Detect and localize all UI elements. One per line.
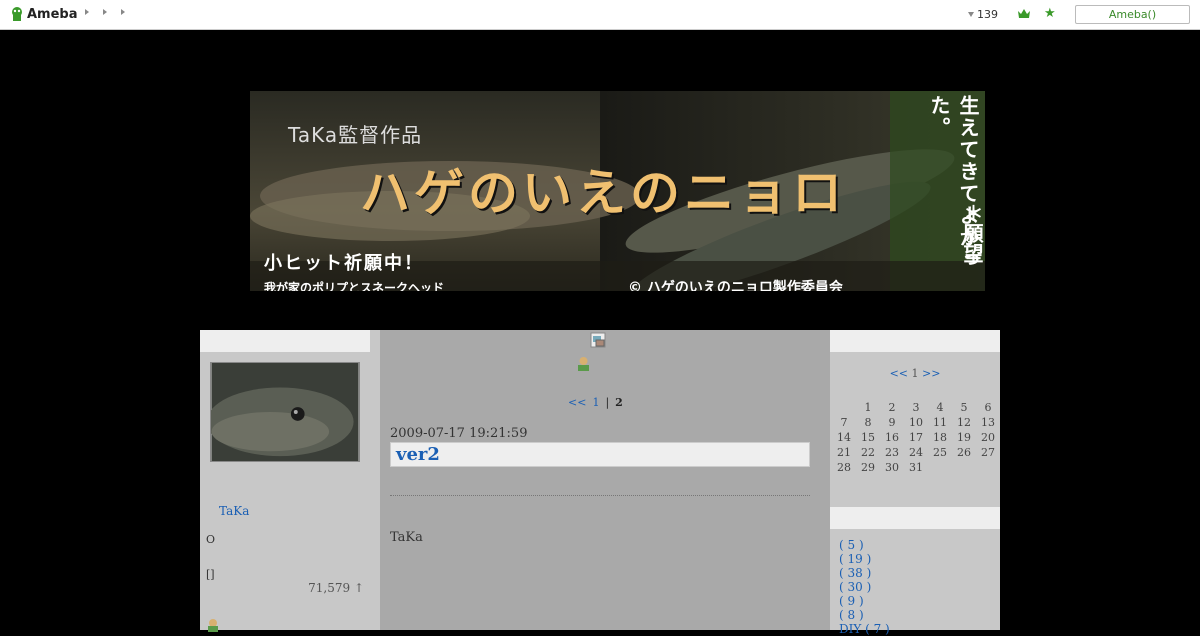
calendar-day[interactable]: 16 bbox=[880, 430, 904, 445]
calendar-day[interactable]: 21 bbox=[832, 445, 856, 460]
calendar-day[interactable]: 13 bbox=[976, 415, 1000, 430]
calendar-day[interactable]: 15 bbox=[856, 430, 880, 445]
calendar-day[interactable]: 25 bbox=[928, 445, 952, 460]
ameba-logo-icon bbox=[12, 7, 22, 21]
counter-value: 139 bbox=[977, 8, 998, 21]
category-item[interactable]: ( 19 ) bbox=[839, 552, 890, 566]
entry-date: 2009-07-17 19:21:59 bbox=[390, 426, 528, 441]
calendar-next-link[interactable]: >> bbox=[922, 367, 940, 380]
profile-label: O bbox=[206, 533, 216, 546]
category-item[interactable]: ( 30 ) bbox=[839, 580, 890, 594]
calendar-day[interactable]: 8 bbox=[856, 415, 880, 430]
logo-text: Ameba bbox=[27, 6, 78, 22]
calendar: 1 2 3 4 5 6 7 8 9 10 11 12 13 14 15 16 17 18 19 20 21 22 23 24 2… bbox=[832, 400, 1000, 475]
calendar-week: 28 29 30 31 bbox=[832, 460, 1000, 475]
breadcrumb-arrow-icon[interactable] bbox=[121, 9, 125, 15]
breadcrumb bbox=[85, 9, 125, 15]
header-vertical-note: ＊願望 bbox=[960, 203, 984, 263]
calendar-day[interactable]: 24 bbox=[904, 445, 928, 460]
calendar-day[interactable]: 27 bbox=[976, 445, 1000, 460]
main-content: << 1 | 2 2009-07-17 19:21:59 ver2 TaKa bbox=[380, 330, 830, 630]
pager-current-page: 2 bbox=[615, 396, 623, 409]
calendar-day[interactable]: 30 bbox=[880, 460, 904, 475]
calendar-page: 1 bbox=[911, 367, 919, 380]
calendar-day[interactable]: 12 bbox=[952, 415, 976, 430]
header-credit: TaKa監督作品 bbox=[288, 123, 423, 147]
caret-down-icon bbox=[968, 12, 974, 17]
pager-prev-link[interactable]: << bbox=[568, 396, 586, 409]
calendar-day bbox=[832, 400, 856, 415]
calendar-day bbox=[928, 460, 952, 475]
entry-title-box: ver2 bbox=[390, 442, 810, 467]
right-sidebar: << 1 >> 1 2 3 4 5 6 7 8 9 10 11 12 13 14 15 16 17 18 19 20 2… bbox=[830, 330, 1000, 636]
entry-title-link[interactable]: ver2 bbox=[396, 444, 440, 465]
calendar-week: 7 8 9 10 11 12 13 bbox=[832, 415, 1000, 430]
calendar-prev-link[interactable]: << bbox=[890, 367, 908, 380]
visit-counter: 71,579 ↑ bbox=[308, 581, 364, 595]
calendar-day[interactable]: 17 bbox=[904, 430, 928, 445]
category-header bbox=[830, 507, 1000, 529]
header-copyright: © ハゲのいえのニョロ製作委員会 bbox=[628, 280, 843, 291]
category-item[interactable]: ( 8 ) bbox=[839, 608, 890, 622]
pager-page-link[interactable]: 1 bbox=[592, 396, 599, 409]
category-item[interactable]: DIY ( 7 ) bbox=[839, 622, 890, 636]
calendar-day[interactable]: 5 bbox=[952, 400, 976, 415]
crown-icon[interactable] bbox=[1018, 9, 1030, 19]
calendar-day[interactable]: 2 bbox=[880, 400, 904, 415]
profile-name-link[interactable]: TaKa bbox=[219, 504, 249, 518]
calendar-day[interactable]: 6 bbox=[976, 400, 1000, 415]
calendar-day[interactable]: 19 bbox=[952, 430, 976, 445]
blog-title: ハゲのいえのニョロ bbox=[360, 164, 846, 222]
person-icon[interactable] bbox=[576, 356, 591, 371]
calendar-day bbox=[976, 460, 1000, 475]
calendar-day[interactable]: 28 bbox=[832, 460, 856, 475]
breadcrumb-arrow-icon[interactable] bbox=[85, 9, 89, 15]
profile-image[interactable] bbox=[210, 362, 360, 462]
header-tagline: 我が家のポリプとスネークヘッド bbox=[264, 281, 445, 291]
left-sidebar-header bbox=[200, 330, 370, 352]
right-sidebar-header bbox=[830, 330, 1000, 352]
calendar-day[interactable]: 18 bbox=[928, 430, 952, 445]
calendar-day[interactable]: 9 bbox=[880, 415, 904, 430]
ameba-logo[interactable]: Ameba bbox=[10, 6, 78, 22]
calendar-day[interactable]: 26 bbox=[952, 445, 976, 460]
divider bbox=[390, 495, 810, 496]
calendar-day[interactable]: 14 bbox=[832, 430, 856, 445]
calendar-week: 21 22 23 24 25 26 27 bbox=[832, 445, 1000, 460]
calendar-day[interactable]: 31 bbox=[904, 460, 928, 475]
calendar-week: 14 15 16 17 18 19 20 bbox=[832, 430, 1000, 445]
left-sidebar: TaKa O [] 71,579 ↑ bbox=[200, 330, 380, 632]
notification-counter[interactable]: 139 bbox=[968, 8, 998, 21]
calendar-day[interactable]: 1 bbox=[856, 400, 880, 415]
profile-bracket: [] bbox=[206, 568, 215, 581]
entry-body: TaKa bbox=[390, 530, 423, 545]
calendar-day[interactable]: 7 bbox=[832, 415, 856, 430]
top-bar: Ameba 139 ★ Ameba() bbox=[0, 0, 1200, 30]
breadcrumb-arrow-icon[interactable] bbox=[103, 9, 107, 15]
ameba-account-button[interactable]: Ameba() bbox=[1075, 5, 1190, 24]
calendar-day[interactable]: 22 bbox=[856, 445, 880, 460]
header-subtitle: 小ヒット祈願中！ bbox=[264, 253, 424, 274]
star-icon[interactable]: ★ bbox=[1044, 7, 1056, 21]
calendar-day[interactable]: 11 bbox=[928, 415, 952, 430]
calendar-day bbox=[952, 460, 976, 475]
blog-header-banner[interactable]: TaKa監督作品 ハゲのいえのニョロ 小ヒット祈願中！ 我が家のポリプとスネーク… bbox=[250, 91, 985, 291]
category-item[interactable]: ( 38 ) bbox=[839, 566, 890, 580]
calendar-day[interactable]: 4 bbox=[928, 400, 952, 415]
calendar-week: 123456 bbox=[832, 400, 1000, 415]
calendar-day[interactable]: 29 bbox=[856, 460, 880, 475]
category-list: ( 5 )( 19 )( 38 )( 30 )( 9 )( 8 ) DIY ( 7… bbox=[839, 538, 890, 636]
category-item[interactable]: ( 5 ) bbox=[839, 538, 890, 552]
calendar-day[interactable]: 10 bbox=[904, 415, 928, 430]
calendar-day[interactable]: 20 bbox=[976, 430, 1000, 445]
category-item[interactable]: ( 9 ) bbox=[839, 594, 890, 608]
calendar-day[interactable]: 3 bbox=[904, 400, 928, 415]
calendar-day[interactable]: 23 bbox=[880, 445, 904, 460]
image-icon[interactable] bbox=[590, 332, 606, 348]
calendar-nav: << 1 >> bbox=[830, 367, 1000, 380]
pagination: << 1 | 2 bbox=[568, 396, 623, 409]
pager-separator: | bbox=[605, 396, 610, 409]
